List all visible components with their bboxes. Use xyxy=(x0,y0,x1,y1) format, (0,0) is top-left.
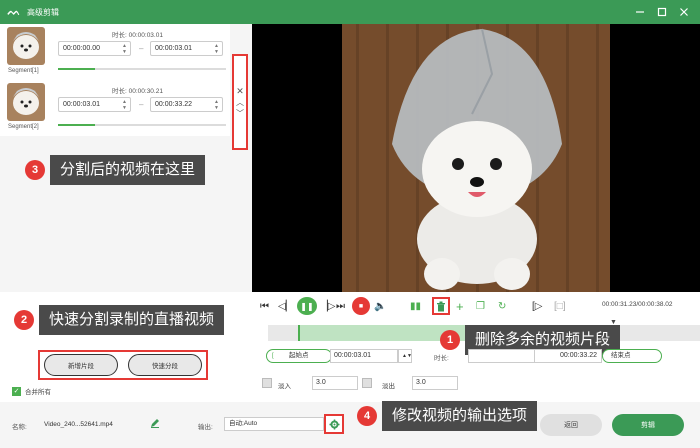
segment-duration: 时长: 00:00:03.01 xyxy=(112,32,163,39)
fade-row: 淡入 3.0 淡出 3.0 xyxy=(262,376,700,392)
set-end-point-button[interactable]: 结束点 xyxy=(602,349,662,363)
fade-in-checkbox[interactable] xyxy=(262,378,272,388)
segment-label: Segment[1] xyxy=(8,68,39,74)
segment-item[interactable]: Segment[2] 时长: 00:00:30.21 00:00:03.01 ▲… xyxy=(0,80,230,136)
segment-progress xyxy=(58,124,226,126)
fade-in-input[interactable]: 3.0 xyxy=(312,376,358,390)
segment-end-input[interactable]: 00:00:03.01 ▲ ▼ xyxy=(150,41,223,56)
segment-thumbnail xyxy=(7,83,45,121)
set-start-icon[interactable]: [▷ xyxy=(532,297,542,315)
maximize-icon xyxy=(657,7,667,17)
delete-segment-button[interactable] xyxy=(432,297,450,315)
spinner-icon[interactable]: ▲ ▼ xyxy=(214,43,219,55)
set-end-icon[interactable]: [□] xyxy=(554,297,566,315)
segment-item[interactable]: Segment[1] 时长: 00:00:03.01 00:00:00.00 ▲… xyxy=(0,24,230,80)
go-end-icon[interactable]: ⏭ xyxy=(336,297,345,315)
time-readout: 00:00:31.23/00:00:38.02 xyxy=(602,301,673,308)
trash-icon xyxy=(437,301,445,311)
close-icon xyxy=(680,8,688,16)
segment-start-input[interactable]: 00:00:00.00 ▲ ▼ xyxy=(58,41,131,56)
trim-row: [起始点 00:00:03.01 ▲▼ 时长: 00:00:33.22 结束点 xyxy=(262,349,700,365)
output-settings-button[interactable] xyxy=(324,414,344,434)
segment-controls: ✕ ︿ ﹀ xyxy=(232,54,248,150)
fade-out-input[interactable]: 3.0 xyxy=(412,376,458,390)
callout-2: 2 快速分割录制的直播视频 xyxy=(14,305,225,335)
segment-start-input[interactable]: 00:00:03.01 ▲ ▼ xyxy=(58,97,131,112)
segment-panel: Segment[1] 时长: 00:00:03.01 00:00:00.00 ▲… xyxy=(0,24,252,292)
video-frame xyxy=(342,24,610,292)
move-down-icon[interactable]: ﹀ xyxy=(236,108,244,119)
trim-duration-label: 时长: xyxy=(434,355,449,362)
segment-list: Segment[1] 时长: 00:00:03.01 00:00:00.00 ▲… xyxy=(0,24,230,136)
dog-video-image xyxy=(342,24,610,292)
end-time-input[interactable]: 00:00:33.22 xyxy=(534,349,602,363)
reset-icon[interactable]: ↻ xyxy=(498,297,506,315)
window-title: 高级剪辑 xyxy=(27,7,59,17)
merge-all-checkbox[interactable]: ✓ xyxy=(12,386,21,396)
close-button[interactable] xyxy=(672,0,696,24)
minimize-icon xyxy=(636,11,644,13)
segment-label: Segment[2] xyxy=(8,124,39,130)
app-logo-icon: ᨓ xyxy=(7,5,21,18)
cut-button[interactable]: 剪辑 xyxy=(612,414,684,436)
start-spinner-icon[interactable]: ▲▼ xyxy=(398,349,412,363)
video-preview[interactable] xyxy=(252,24,700,292)
split-segment-icon[interactable]: ▮▮ xyxy=(410,297,421,315)
edit-name-icon[interactable] xyxy=(150,418,160,430)
go-start-icon[interactable]: ⏮ xyxy=(260,297,269,315)
output-select[interactable]: 自动;Auto xyxy=(224,417,324,431)
range-separator: – xyxy=(139,100,144,109)
title-bar: ᨓ 高级剪辑 xyxy=(0,0,700,24)
set-start-point-button[interactable]: [起始点 xyxy=(266,349,332,363)
name-label: 名称: xyxy=(12,424,27,431)
quick-split-button[interactable]: 快速分段 xyxy=(128,354,202,376)
spinner-icon[interactable]: ▲ ▼ xyxy=(214,99,219,111)
fade-out-label: 淡出 xyxy=(382,383,395,390)
segment-thumbnail xyxy=(7,27,45,65)
callout-4: 4 修改视频的输出选项 xyxy=(357,401,538,431)
segment-end-input[interactable]: 00:00:33.22 ▲ ▼ xyxy=(150,97,223,112)
copy-segment-icon[interactable]: ❐ xyxy=(476,297,485,315)
start-time-input[interactable]: 00:00:03.01 xyxy=(330,349,398,363)
output-label: 输出: xyxy=(198,424,213,431)
merge-all-label: 合并所有 xyxy=(25,389,51,396)
callout-3: 3 分割后的视频在这里 xyxy=(25,155,206,185)
footer-bar: 名称: Video_240...52641.mp4 输出: 自动;Auto 返回… xyxy=(0,402,700,448)
segment-progress xyxy=(58,68,226,70)
merge-all-row[interactable]: ✓ 合并所有 xyxy=(12,386,51,396)
remove-segment-icon[interactable]: ✕ xyxy=(236,86,244,97)
fade-out-checkbox[interactable] xyxy=(362,378,372,388)
gear-icon xyxy=(329,419,339,429)
fade-in-label: 淡入 xyxy=(278,383,291,390)
player-controls: ⏮ ◁▏ ❚❚ ▕▷ ⏭ ■ 🔈 ▮▮ + ❐ ↻ [▷ [□] 00:00:3… xyxy=(252,292,700,320)
back-button[interactable]: 返回 xyxy=(540,414,602,436)
add-segment-icon[interactable]: + xyxy=(456,297,464,315)
next-frame-icon[interactable]: ▕▷ xyxy=(320,297,335,315)
file-name: Video_240...52641.mp4 xyxy=(44,421,113,428)
move-up-icon[interactable]: ︿ xyxy=(236,97,244,108)
volume-icon[interactable]: 🔈 xyxy=(374,297,386,315)
stop-button[interactable]: ■ xyxy=(352,297,370,315)
spinner-icon[interactable]: ▲ ▼ xyxy=(122,99,127,111)
new-segment-button[interactable]: 新增片段 xyxy=(44,354,118,376)
minimize-button[interactable] xyxy=(628,0,652,24)
range-separator: – xyxy=(139,44,144,53)
segment-duration: 时长: 00:00:30.21 xyxy=(112,88,163,95)
maximize-button[interactable] xyxy=(650,0,674,24)
prev-frame-icon[interactable]: ◁▏ xyxy=(278,297,293,315)
spinner-icon[interactable]: ▲ ▼ xyxy=(122,43,127,55)
play-pause-button[interactable]: ❚❚ xyxy=(297,297,317,315)
